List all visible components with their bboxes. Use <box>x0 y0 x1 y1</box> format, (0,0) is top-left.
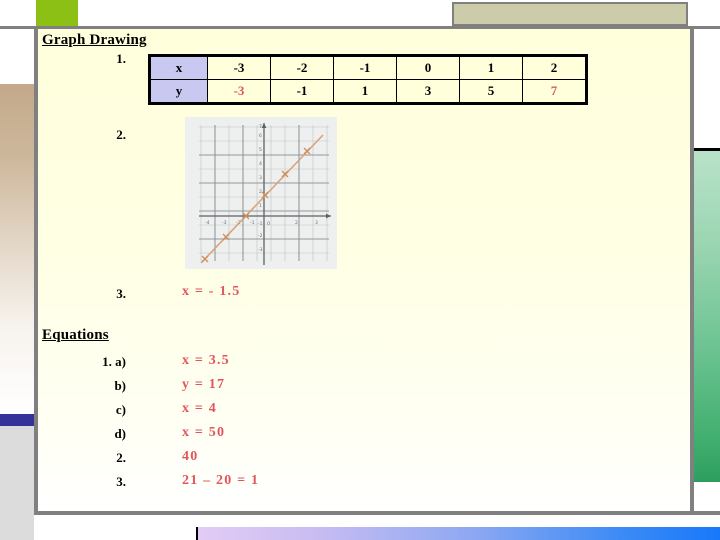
cell-y-2: 1 <box>333 79 397 104</box>
list-number-equations-2: 2. <box>116 450 126 465</box>
cell-x-0: -3 <box>207 55 271 80</box>
decor-top-left-white-block <box>0 26 34 84</box>
decor-left-blue-accent-bar <box>0 414 34 426</box>
cell-y-1: -1 <box>270 79 334 104</box>
cell-y-0: -3 <box>207 79 271 104</box>
cell-x-5: 2 <box>522 55 587 80</box>
answer-graph-3: x = - 1.5 <box>182 284 241 299</box>
list-number-equations-1b: b) <box>114 378 126 393</box>
list-number-equations-1c: c) <box>115 402 126 417</box>
answer-equations-1c: x = 4 <box>182 401 217 416</box>
list-number-graph-1: 1. <box>116 51 126 66</box>
cell-x-3: 0 <box>396 55 460 80</box>
decor-left-gray-block <box>0 426 34 540</box>
answer-equations-3: 21 – 20 = 1 <box>182 473 260 488</box>
decor-left-tan-gradient-bar <box>0 84 34 414</box>
list-number-equations-3: 3. <box>116 474 126 489</box>
answer-equations-1d: x = 50 <box>182 425 226 440</box>
scanned-graph-image: -4 -3 -2 -1 0 2 3 -3 -2 -1 1 2 3 4 5 6 7 <box>185 117 337 269</box>
answer-equations-2: 40 <box>182 449 199 464</box>
decor-right-green-gradient-bar <box>694 148 720 482</box>
decor-bottom-blue-gradient-strip <box>196 527 720 540</box>
answer-equations-1b: y = 17 <box>182 377 226 392</box>
list-number-equations-1d: d) <box>114 426 126 441</box>
cell-x-4: 1 <box>459 55 523 80</box>
page-title-equations: Equations <box>42 327 109 343</box>
page-title-graph-drawing: Graph Drawing <box>42 32 147 48</box>
list-number-equations-1a: 1. a) <box>102 354 126 369</box>
cell-y-4: 5 <box>459 79 523 104</box>
table-row: y -3 -1 1 3 5 7 <box>149 79 587 104</box>
table-rowheader-x: x <box>149 55 208 80</box>
list-number-graph-2: 2. <box>116 127 126 142</box>
slide-canvas: Graph Drawing 1. x -3 -2 -1 0 1 2 y -3 -… <box>0 0 720 540</box>
table-rowheader-y: y <box>149 79 208 104</box>
cell-y-3: 3 <box>396 79 460 104</box>
list-number-graph-3: 3. <box>116 286 126 301</box>
answer-equations-1a: x = 3.5 <box>182 353 230 368</box>
slide-content-area: Graph Drawing 1. x -3 -2 -1 0 1 2 y -3 -… <box>38 29 690 511</box>
table-of-values: x -3 -2 -1 0 1 2 y -3 -1 1 3 5 7 <box>148 54 588 105</box>
cell-x-2: -1 <box>333 55 397 80</box>
decor-top-right-khaki-banner <box>452 2 688 26</box>
cell-y-5: 7 <box>522 79 587 104</box>
decor-top-left-green-block <box>36 0 78 26</box>
cell-x-1: -2 <box>270 55 334 80</box>
table-row: x -3 -2 -1 0 1 2 <box>149 55 587 80</box>
